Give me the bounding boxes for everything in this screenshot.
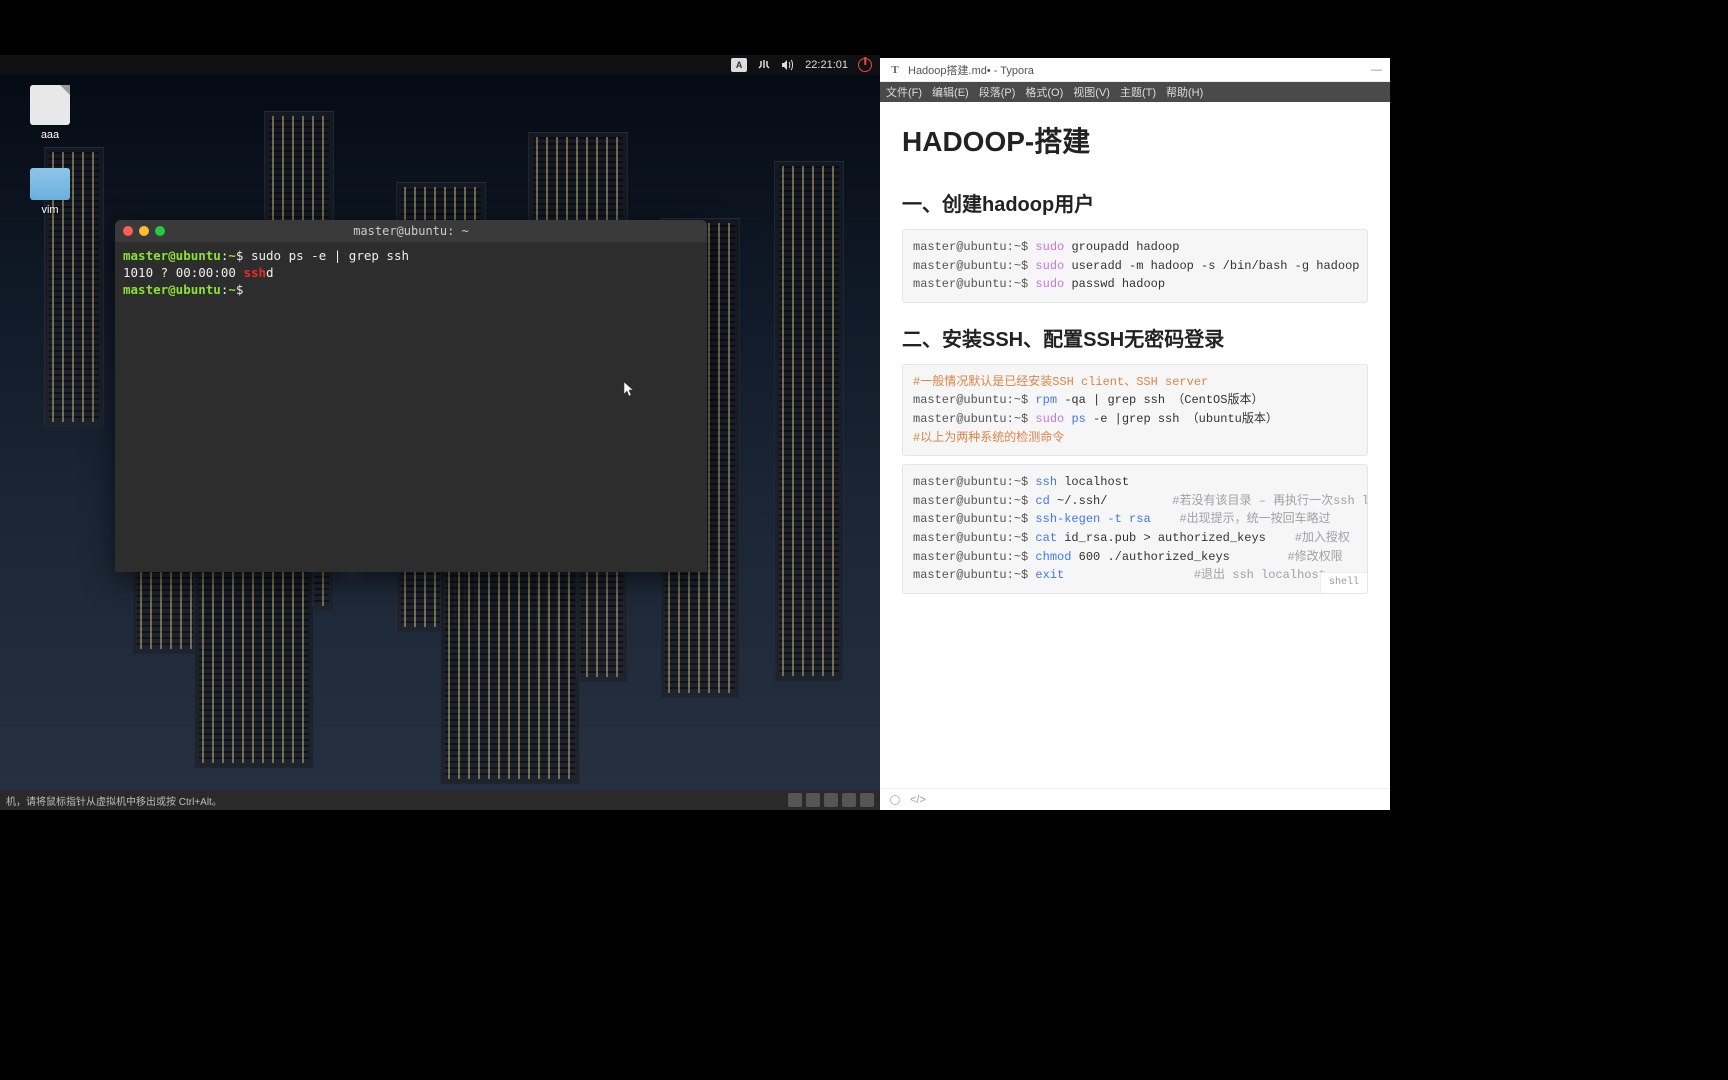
typora-title: Hadoop搭建.md• - Typora [908,62,1034,78]
maximize-button[interactable] [155,226,165,236]
vm-device-icons [788,793,874,807]
vmware-statusbar: 机，请将鼠标指针从虚拟机中移出或按 Ctrl+Alt。 [0,790,880,810]
vm-device-icon[interactable] [824,793,838,807]
folder-icon [30,168,70,200]
typora-statusbar: </> [880,788,1390,810]
typora-window[interactable]: T Hadoop搭建.md• - Typora — 文件(F) 编辑(E) 段落… [880,58,1390,810]
network-icon[interactable] [757,58,771,72]
desktop-icon-label: aaa [20,129,80,141]
source-mode-icon[interactable]: </> [910,794,926,806]
menu-help[interactable]: 帮助(H) [1166,84,1203,100]
input-method-indicator[interactable]: A [731,58,747,72]
terminal-line: 1010 ? 00:00:00 sshd [123,265,699,282]
window-controls [123,226,165,236]
close-button[interactable] [123,226,133,236]
menu-file[interactable]: 文件(F) [886,84,922,100]
terminal-body[interactable]: master@ubuntu:~$ sudo ps -e | grep ssh 1… [115,242,707,305]
code-lang-label: shell [1320,572,1367,593]
vm-device-icon[interactable] [860,793,874,807]
desktop-folder-vim[interactable]: vim [20,160,80,216]
vm-device-icon[interactable] [806,793,820,807]
sidebar-toggle-icon[interactable] [890,795,900,805]
vm-hint: 机，请将鼠标指针从虚拟机中移出或按 Ctrl+Alt。 [6,793,222,808]
minimize-button[interactable]: — [1371,64,1382,76]
mouse-cursor [618,380,634,403]
terminal-line: master@ubuntu:~$ sudo ps -e | grep ssh [123,248,699,265]
typora-menubar: 文件(F) 编辑(E) 段落(P) 格式(O) 视图(V) 主题(T) 帮助(H… [880,82,1390,102]
clock[interactable]: 22:21:01 [805,59,848,71]
doc-h2[interactable]: 一、创建hadoop用户 [902,188,1368,217]
file-icon [30,85,70,125]
code-block[interactable]: #一般情况默认是已经安装SSH client、SSH server master… [902,364,1368,456]
menu-paragraph[interactable]: 段落(P) [979,84,1016,100]
minimize-button[interactable] [139,226,149,236]
code-block[interactable]: master@ubuntu:~$ sudo groupadd hadoop ma… [902,229,1368,303]
menu-edit[interactable]: 编辑(E) [932,84,969,100]
typora-app-icon: T [888,63,902,77]
typora-titlebar[interactable]: T Hadoop搭建.md• - Typora — [880,58,1390,82]
volume-icon[interactable] [781,58,795,72]
code-block[interactable]: master@ubuntu:~$ ssh localhost master@ub… [902,464,1368,594]
vm-device-icon[interactable] [788,793,802,807]
gnome-top-bar: A 22:21:01 [0,55,880,75]
window-controls: — [1371,64,1382,76]
terminal-line: master@ubuntu:~$ [123,282,699,299]
terminal-titlebar[interactable]: master@ubuntu: ~ [115,220,707,242]
typora-editor[interactable]: HADOOP-搭建 一、创建hadoop用户 master@ubuntu:~$ … [880,102,1390,788]
menu-format[interactable]: 格式(O) [1025,84,1063,100]
desktop-icon-label: vim [20,204,80,216]
doc-h1[interactable]: HADOOP-搭建 [902,120,1368,160]
menu-theme[interactable]: 主题(T) [1120,84,1156,100]
power-icon[interactable] [858,58,872,72]
desktop-file-aaa[interactable]: aaa [20,85,80,141]
menu-view[interactable]: 视图(V) [1073,84,1110,100]
terminal-title: master@ubuntu: ~ [353,224,469,238]
vm-device-icon[interactable] [842,793,856,807]
doc-h2[interactable]: 二、安装SSH、配置SSH无密码登录 [902,323,1368,352]
